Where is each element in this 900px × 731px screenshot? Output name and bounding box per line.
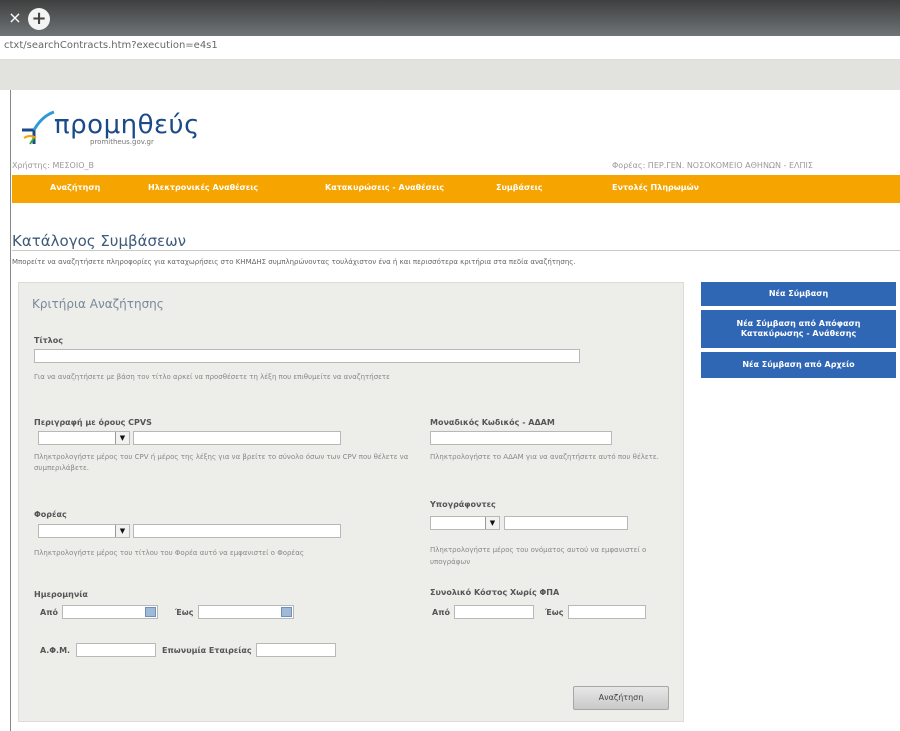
cpv-input[interactable] [133,431,341,445]
menu-item-electronic-awards[interactable]: Ηλεκτρονικές Αναθέσεις [148,183,258,192]
afm-input[interactable] [76,643,156,657]
menu-item-adjudications[interactable]: Κατακυρώσεις - Αναθέσεις [325,183,444,192]
cpv-hint: Πληκτρολογήστε μέρος του CPV ή μέρος της… [34,453,409,472]
close-tab-icon[interactable]: × [6,6,24,30]
browser-tabbar: × + [0,0,900,36]
adam-input[interactable] [430,431,612,445]
date-from-input[interactable] [62,605,158,619]
signers-hint: Πληκτρολογήστε μέρος του ονόματος αυτού … [430,546,647,566]
page-intro: Μπορείτε να αναζητήσετε πληροφορίες για … [12,258,576,266]
new-contract-from-decision-button[interactable]: Νέα Σύμβαση από Απόφαση Κατακύρωσης - Αν… [701,310,896,348]
chevron-down-icon[interactable]: ▼ [115,432,129,444]
address-bar[interactable]: ctxt/searchContracts.htm?execution=e4s1 [0,36,900,60]
new-tab-icon[interactable]: + [28,8,50,30]
cost-from-input[interactable] [454,605,534,619]
company-input[interactable] [256,643,336,657]
signers-select[interactable]: ▼ [430,516,500,530]
new-contract-from-file-button[interactable]: Νέα Σύμβαση από Αρχείο [701,352,896,378]
title-divider [12,250,900,251]
date-from-label: Από [40,608,59,617]
organization-select[interactable]: ▼ [38,524,130,538]
title-hint: Για να αναζητήσετε με βάση τον τίτλο αρκ… [34,373,390,381]
cpv-select[interactable]: ▼ [38,431,130,445]
chevron-down-icon[interactable]: ▼ [115,525,129,537]
chevron-down-icon[interactable]: ▼ [485,517,499,529]
menu-item-payment-orders[interactable]: Εντολές Πληρωμών [612,183,699,192]
cost-label: Συνολικό Κόστος Χωρίς ΦΠΑ [430,588,560,597]
organization-hint: Πληκτρολογήστε μέρος του τίτλου του Φορέ… [34,549,304,557]
organization-input[interactable] [133,524,341,538]
menu-item-search[interactable]: Αναζήτηση [50,183,100,192]
adam-hint: Πληκτρολογήστε το ΑΔΑΜ για να αναζητήσετ… [430,453,659,461]
main-menu: Αναζήτηση Ηλεκτρονικές Αναθέσεις Κατακυρ… [12,175,900,203]
new-contract-button[interactable]: Νέα Σύμβαση [701,282,896,306]
date-to-label: Έως [175,608,194,617]
browser-strip [0,60,900,90]
user-info: Χρήστης: ΜΕΣΟΙΟ_Β [12,161,94,170]
search-panel-title: Κριτήρια Αναζήτησης [32,297,164,311]
date-label: Ημερομηνία [34,590,88,599]
page-title: Κατάλογος Συμβάσεων [12,232,187,250]
signers-label: Υπογράφοντες [430,500,496,509]
cost-from-label: Από [432,608,451,617]
cpv-label: Περιγραφή με όρους CPVS [34,418,152,427]
organization-label: Φορέας [34,510,67,519]
cost-to-input[interactable] [568,605,646,619]
title-input[interactable] [34,349,580,363]
url-text[interactable]: ctxt/searchContracts.htm?execution=e4s1 [4,40,218,51]
company-label: Επωνυμία Εταιρείας [162,646,252,655]
signers-input[interactable] [504,516,628,530]
menu-item-contracts[interactable]: Συμβάσεις [496,183,543,192]
adam-label: Μοναδικός Κωδικός - ΑΔΑΜ [430,418,555,427]
logo-text: προμηθεύς [54,110,200,140]
title-label: Τίτλος [34,336,63,345]
search-button[interactable]: Αναζήτηση [573,686,669,710]
afm-label: Α.Φ.Μ. [40,646,71,655]
calendar-icon[interactable] [281,607,292,617]
logo-subtitle: promitheus.gov.gr [90,138,154,146]
organization-info: Φορέας: ΠΕΡ.ΓΕΝ. ΝΟΣΟΚΟΜΕΙΟ ΑΘΗΝΩΝ - ΕΛΠ… [612,161,813,170]
cost-to-label: Έως [545,608,564,617]
calendar-icon[interactable] [145,607,156,617]
date-to-input[interactable] [198,605,294,619]
